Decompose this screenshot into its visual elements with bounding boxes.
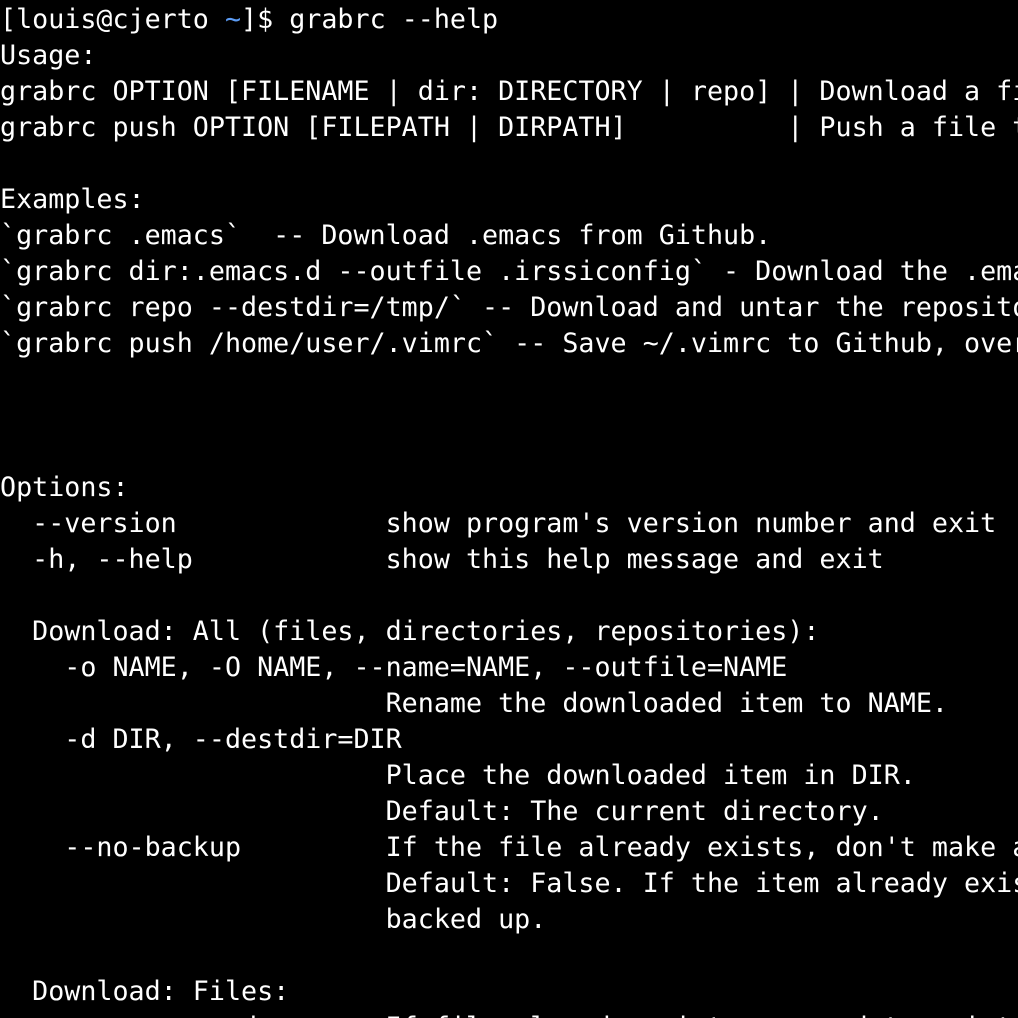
prompt-suffix: ]$: [241, 4, 290, 35]
output-line: -h, --help show this help message and ex…: [0, 544, 884, 575]
command-text: grabrc --help: [289, 4, 499, 35]
output-line: Default: False. If the item already exis: [0, 868, 1018, 899]
output-line: Default: The current directory.: [0, 796, 884, 827]
output-line: --no-backup If the file already exists, …: [0, 832, 1018, 863]
prompt-line: [louis@cjerto ~]$ grabrc --help: [0, 0, 1018, 36]
output-line: Usage:: [0, 40, 97, 71]
output-line: `grabrc push /home/user/.vimrc` -- Save …: [0, 328, 1018, 359]
output-line: -a, --append If file already exists, app…: [0, 1008, 1018, 1018]
output-line: grabrc OPTION [FILENAME | dir: DIRECTORY…: [0, 76, 1018, 107]
output-line: `grabrc repo --destdir=/tmp/` -- Downloa…: [0, 292, 1018, 323]
output-line: --version show program's version number …: [0, 508, 997, 539]
output-line: -d DIR, --destdir=DIR: [0, 724, 402, 755]
output-line: Download: Files:: [0, 976, 290, 1007]
terminal-output: Usage: grabrc OPTION [FILENAME | dir: DIR…: [0, 36, 1018, 1018]
output-line: -o NAME, -O NAME, --name=NAME, --outfile…: [0, 652, 788, 683]
output-line: Examples:: [0, 184, 145, 215]
output-line: Rename the downloaded item to NAME.: [0, 688, 948, 719]
output-line: backed up.: [0, 904, 547, 935]
output-line: `grabrc dir:.emacs.d --outfile .irssicon…: [0, 256, 1018, 287]
terminal-window[interactable]: [louis@cjerto ~]$ grabrc --help Usage: gr…: [0, 0, 1018, 1018]
output-line: grabrc push OPTION [FILEPATH | DIRPATH] …: [0, 112, 1018, 143]
prompt-path: ~: [224, 4, 242, 35]
output-line: Place the downloaded item in DIR.: [0, 760, 916, 791]
prompt-prefix: [louis@cjerto: [0, 4, 225, 35]
output-line: `grabrc .emacs` -- Download .emacs from …: [0, 220, 772, 251]
output-line: Options:: [0, 472, 129, 503]
output-line: Download: All (files, directories, repos…: [0, 616, 820, 647]
